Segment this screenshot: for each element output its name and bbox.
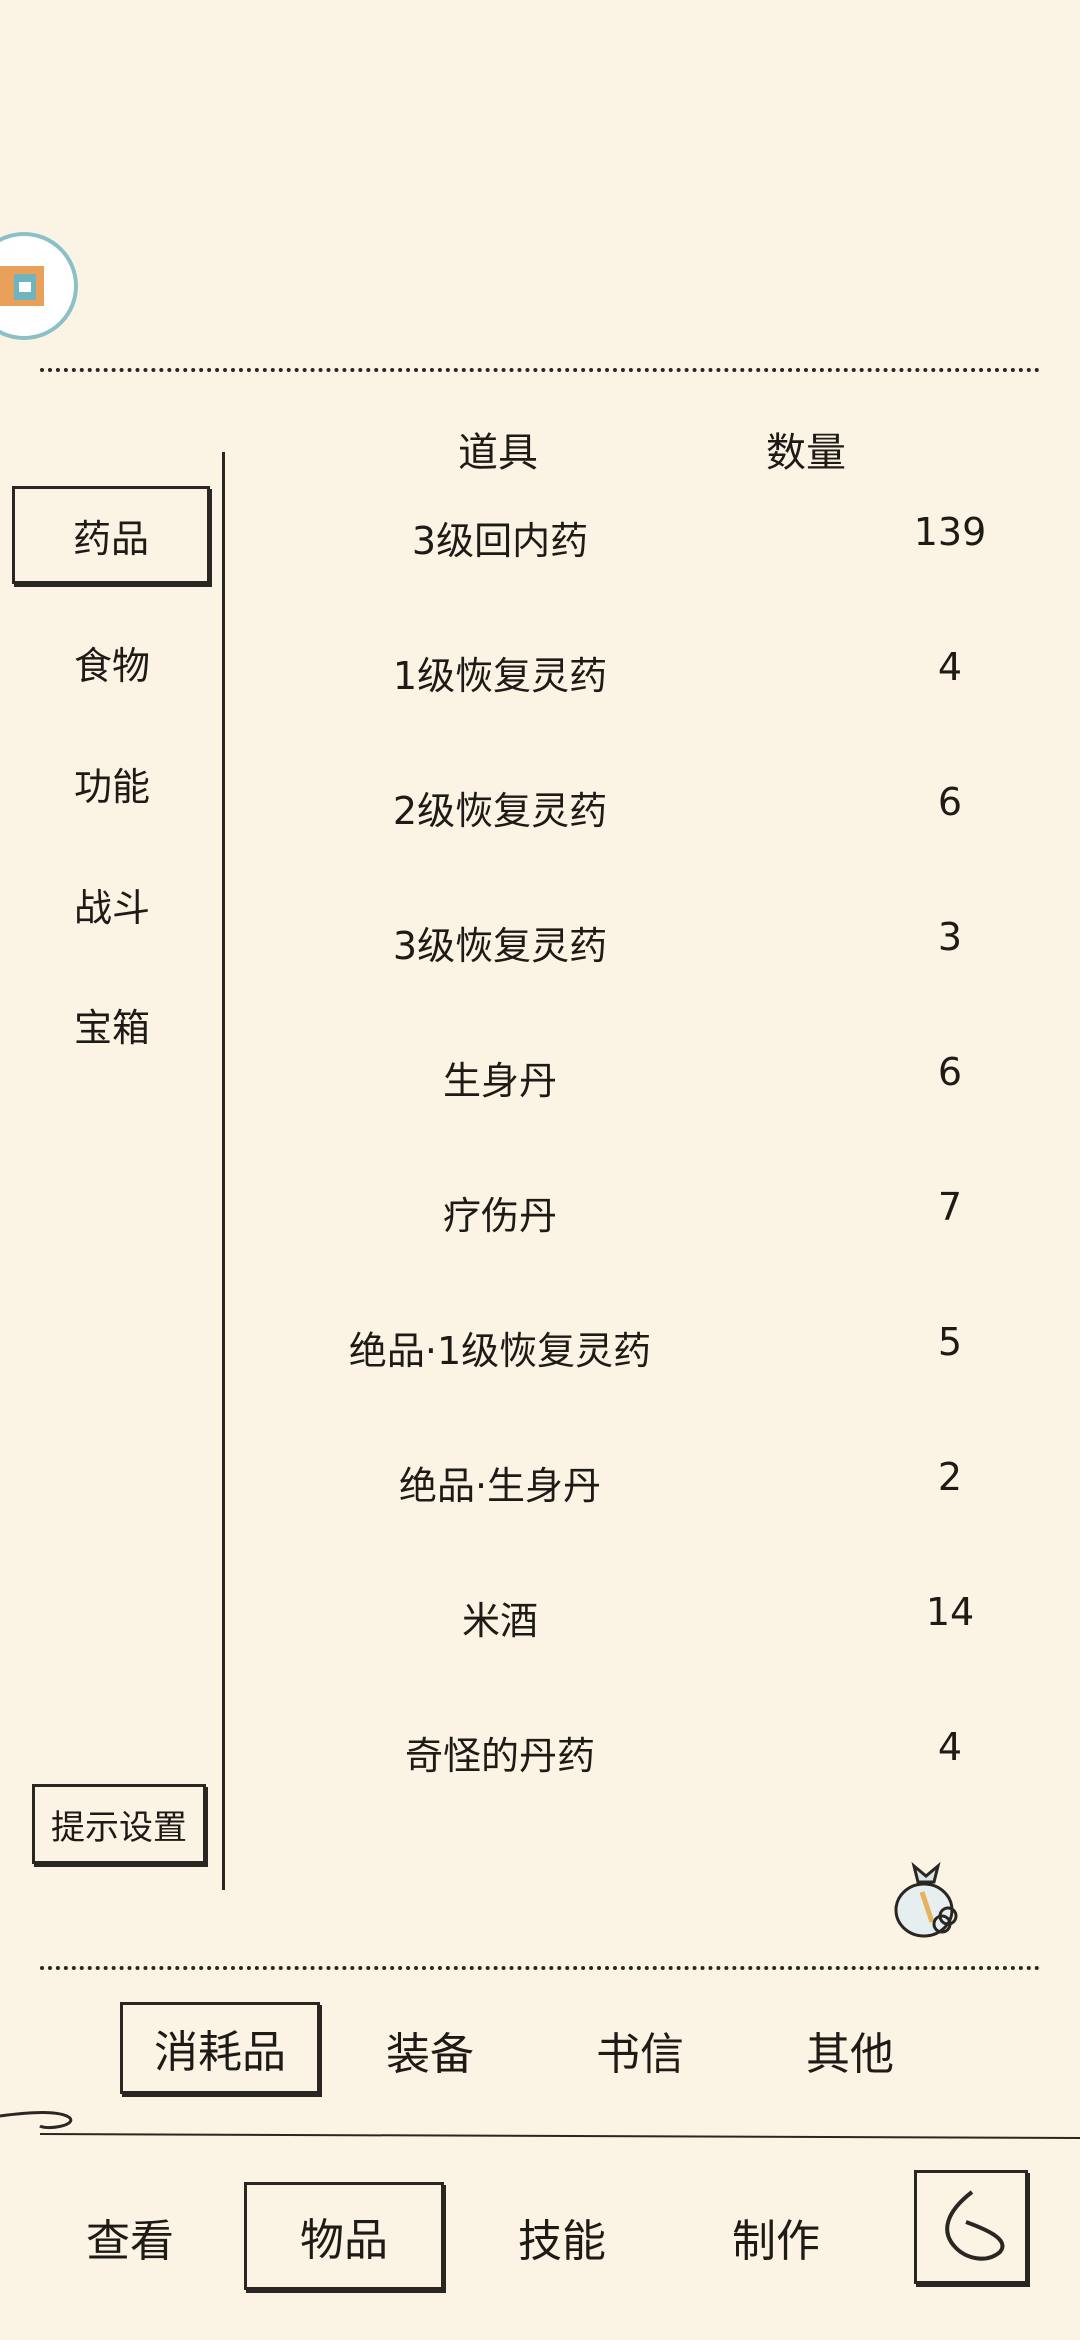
column-header-quantity: 数量 [766, 430, 846, 476]
item-name: 3级回内药 [411, 519, 589, 563]
item-quantity: 4 [937, 645, 963, 689]
item-name: 奇怪的丹药 [404, 1734, 595, 1778]
nav-skills[interactable]: 技能 [462, 2205, 662, 2269]
category-tab-function[interactable]: 功能 [12, 756, 212, 811]
list-item[interactable]: 疗伤丹 7 [230, 1185, 1030, 1245]
item-quantity: 139 [913, 510, 987, 554]
category-tab-chest[interactable]: 宝箱 [12, 997, 212, 1052]
tab-letters[interactable]: 书信 [540, 2018, 740, 2082]
item-quantity: 7 [937, 1185, 963, 1229]
hint-settings-button[interactable]: 提示设置 [32, 1784, 206, 1864]
category-tab-medicine[interactable]: 药品 [12, 486, 210, 584]
nav-craft[interactable]: 制作 [676, 2205, 876, 2269]
item-name: 1级恢复灵药 [392, 654, 608, 698]
item-name: 3级恢复灵药 [392, 924, 608, 968]
nav-label: 物品 [300, 2215, 388, 2266]
avatar[interactable] [0, 232, 78, 340]
list-item[interactable]: 2级恢复灵药 6 [230, 780, 1030, 840]
nav-items[interactable]: 物品 [244, 2182, 444, 2290]
item-quantity: 2 [937, 1455, 963, 1499]
hint-settings-label: 提示设置 [51, 1807, 187, 1848]
item-name: 生身丹 [442, 1059, 557, 1103]
item-name: 米酒 [461, 1599, 538, 1643]
category-tab-food[interactable]: 食物 [12, 635, 212, 690]
item-name: 2级恢复灵药 [392, 789, 608, 833]
top-divider [40, 368, 1040, 372]
list-item[interactable]: 1级恢复灵药 4 [230, 645, 1030, 705]
category-label: 药品 [72, 516, 149, 561]
swirl-divider [0, 2111, 1080, 2139]
column-header-item: 道具 [458, 430, 538, 476]
item-quantity: 6 [937, 1050, 963, 1094]
item-name: 绝品·1级恢复灵药 [348, 1329, 652, 1373]
tab-other[interactable]: 其他 [750, 2018, 950, 2082]
category-tab-battle[interactable]: 战斗 [12, 877, 212, 932]
tab-label: 消耗品 [154, 2027, 286, 2078]
nav-view[interactable]: 查看 [30, 2205, 230, 2269]
tab-consumables[interactable]: 消耗品 [120, 2002, 320, 2094]
item-quantity: 4 [937, 1725, 963, 1769]
bottom-divider [40, 1966, 1040, 1970]
bag-icon [894, 1861, 958, 1938]
list-item[interactable]: 绝品·1级恢复灵药 5 [230, 1320, 1030, 1380]
list-item[interactable]: 3级恢复灵药 3 [230, 915, 1030, 975]
avatar-badge-icon [0, 266, 44, 306]
item-quantity: 5 [937, 1320, 963, 1364]
list-item[interactable]: 绝品·生身丹 2 [230, 1455, 1030, 1515]
list-item[interactable]: 3级回内药 139 [230, 510, 1030, 570]
tab-equipment[interactable]: 装备 [330, 2018, 530, 2082]
back-button[interactable] [914, 2170, 1028, 2284]
item-name: 疗伤丹 [442, 1194, 557, 1238]
list-item[interactable]: 奇怪的丹药 4 [230, 1725, 1030, 1785]
back-icon [945, 2190, 1005, 2261]
item-quantity: 6 [937, 780, 963, 824]
sidebar-divider [222, 452, 225, 1890]
bag-button[interactable] [886, 1852, 966, 1942]
item-quantity: 3 [937, 915, 963, 959]
list-item[interactable]: 米酒 14 [230, 1590, 1030, 1650]
item-quantity: 14 [925, 1590, 975, 1634]
list-item[interactable]: 生身丹 6 [230, 1050, 1030, 1110]
item-name: 绝品·生身丹 [398, 1464, 602, 1508]
